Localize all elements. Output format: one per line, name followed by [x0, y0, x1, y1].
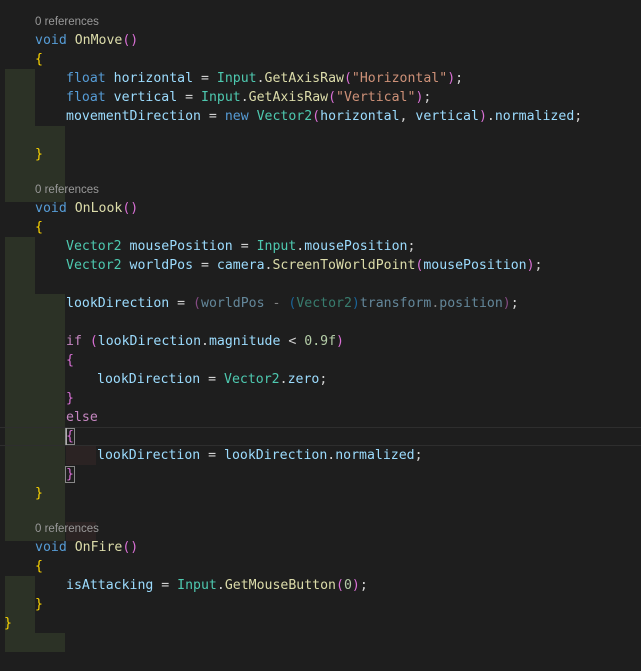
code-line: float horizontal = Input.GetAxisRaw("Hor… — [0, 69, 641, 145]
code-line: movementDirection = new Vector2(horizont… — [0, 107, 641, 183]
keyword: void — [35, 33, 67, 48]
codelens-references[interactable]: 0 references — [35, 183, 99, 197]
code-line: Vector2 mousePosition = Input.mousePosit… — [0, 237, 641, 313]
codelens-references[interactable]: 0 references — [35, 15, 99, 29]
code-line: if (lookDirection.magnitude < 0.9f) — [0, 332, 641, 408]
code-line: { — [0, 351, 641, 427]
codelens-references[interactable]: 0 references — [35, 522, 99, 536]
code-line: { — [0, 50, 641, 107]
method-name: OnMove — [74, 33, 123, 48]
text-caret — [66, 428, 67, 445]
code-line — [0, 313, 641, 389]
code-line: float vertical = Input.GetAxisRaw("Verti… — [0, 88, 641, 164]
code-line: lookDirection = (worldPos - (Vector2)tra… — [0, 294, 641, 370]
code-line: { — [0, 218, 641, 275]
code-line — [0, 126, 641, 202]
indent-guide — [35, 164, 65, 183]
code-line: } — [0, 484, 641, 541]
code-line: } — [4, 616, 12, 631]
indent-guide — [35, 503, 65, 522]
code-line: } — [0, 389, 641, 465]
method-name: OnFire — [74, 540, 123, 555]
code-line: void OnMove() — [0, 31, 641, 88]
code-line: } — [0, 465, 641, 541]
code-line: { — [0, 427, 641, 503]
code-line: { — [0, 557, 641, 614]
code-line: } — [0, 595, 641, 652]
code-editor[interactable]: 0 references void OnMove() { float horiz… — [0, 0, 641, 652]
code-line: isAttacking = Input.GetMouseButton(0); — [0, 576, 641, 652]
code-line: } — [0, 145, 641, 202]
code-line: Vector2 worldPos = camera.ScreenToWorldP… — [0, 256, 641, 332]
code-line: void OnFire() — [0, 538, 641, 595]
code-line: lookDirection = Vector2.zero; — [0, 370, 641, 465]
code-line — [0, 275, 641, 351]
code-line: void OnLook() — [0, 199, 641, 256]
code-line: lookDirection = lookDirection.normalized… — [0, 446, 641, 541]
method-name: OnLook — [74, 201, 123, 216]
code-line: else — [0, 408, 641, 484]
